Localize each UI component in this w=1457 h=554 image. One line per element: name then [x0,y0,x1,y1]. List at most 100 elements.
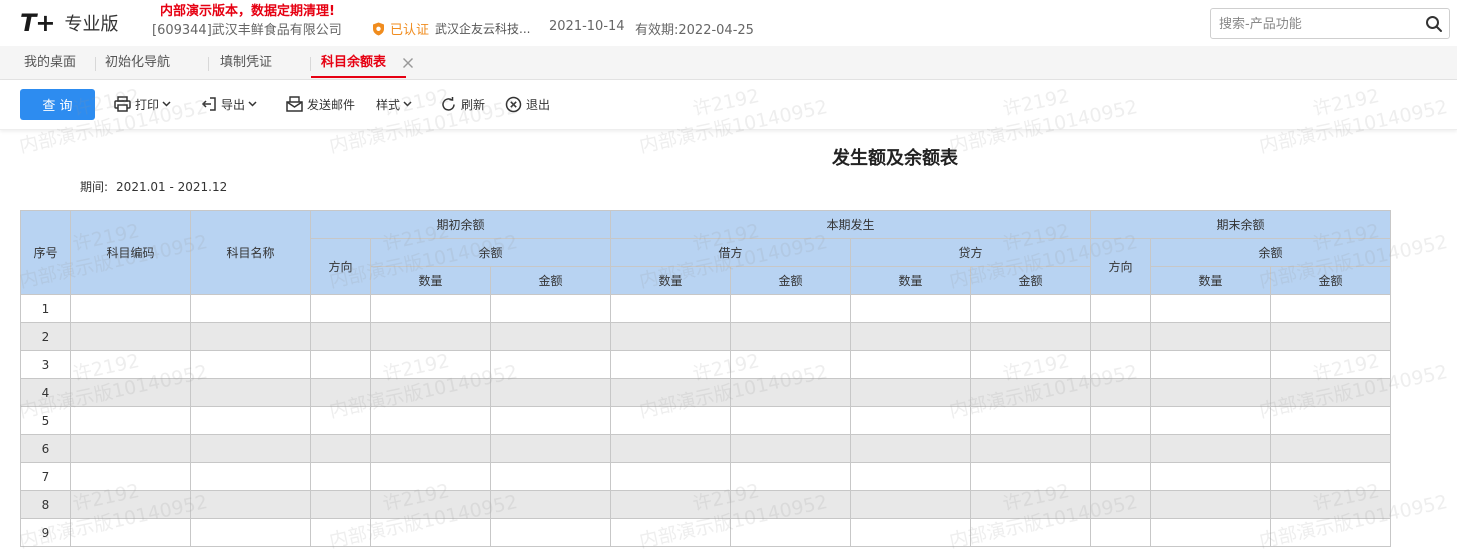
table-cell[interactable] [850,378,971,407]
table-cell[interactable] [190,322,311,351]
table-row[interactable]: 3 [20,350,1391,379]
tab-account-balance[interactable]: 科目余额表 [311,46,407,80]
table-cell[interactable] [850,322,971,351]
col-header-closing-amount[interactable]: 金额 [1270,266,1391,295]
table-cell[interactable] [370,434,491,463]
col-header-opening-amount[interactable]: 金额 [490,266,611,295]
table-cell[interactable] [970,322,1091,351]
col-header-credit-qty[interactable]: 数量 [850,266,971,295]
table-cell[interactable] [1090,434,1151,463]
table-cell[interactable] [310,462,371,491]
table-cell[interactable] [850,294,971,323]
table-cell[interactable] [1150,378,1271,407]
table-cell[interactable] [190,406,311,435]
col-header-debit-amount[interactable]: 金额 [730,266,851,295]
app-logo[interactable]: T+ 专业版 [20,9,118,37]
table-row[interactable]: 5 [20,406,1391,435]
table-cell[interactable] [370,406,491,435]
table-cell[interactable] [70,350,191,379]
table-cell[interactable] [730,518,851,547]
row-seq-cell[interactable]: 2 [20,322,71,351]
table-cell[interactable] [190,350,311,379]
style-button[interactable]: 样式 [376,94,412,114]
query-button[interactable]: 查 询 [20,89,95,120]
row-seq-cell[interactable]: 6 [20,434,71,463]
table-cell[interactable] [310,294,371,323]
print-button[interactable]: 打印 [114,94,171,114]
table-cell[interactable] [850,406,971,435]
table-cell[interactable] [1090,378,1151,407]
table-row[interactable]: 6 [20,434,1391,463]
table-cell[interactable] [1270,350,1391,379]
table-cell[interactable] [490,434,611,463]
table-cell[interactable] [1090,462,1151,491]
table-cell[interactable] [70,294,191,323]
table-cell[interactable] [370,518,491,547]
table-cell[interactable] [70,378,191,407]
table-cell[interactable] [370,378,491,407]
col-header-closing-qty[interactable]: 数量 [1150,266,1271,295]
table-cell[interactable] [1270,322,1391,351]
table-cell[interactable] [1270,518,1391,547]
exit-button[interactable]: 退出 [505,94,550,114]
tab-init-nav[interactable]: 初始化导航 [105,46,170,80]
table-cell[interactable] [610,294,731,323]
table-cell[interactable] [490,322,611,351]
refresh-button[interactable]: 刷新 [440,94,485,114]
search-input[interactable] [1219,15,1419,33]
row-seq-cell[interactable]: 8 [20,490,71,519]
table-cell[interactable] [1150,462,1271,491]
table-cell[interactable] [610,434,731,463]
table-cell[interactable] [610,350,731,379]
table-cell[interactable] [1150,322,1271,351]
table-cell[interactable] [610,490,731,519]
table-cell[interactable] [310,378,371,407]
row-seq-cell[interactable]: 4 [20,378,71,407]
table-cell[interactable] [490,518,611,547]
table-cell[interactable] [370,462,491,491]
table-cell[interactable] [70,490,191,519]
table-cell[interactable] [490,490,611,519]
table-row[interactable]: 9 [20,518,1391,547]
send-email-button[interactable]: 发送邮件 [286,94,355,114]
table-cell[interactable] [610,406,731,435]
table-cell[interactable] [970,350,1091,379]
table-cell[interactable] [310,406,371,435]
col-header-opening-qty[interactable]: 数量 [370,266,491,295]
table-cell[interactable] [970,378,1091,407]
table-cell[interactable] [1270,490,1391,519]
table-cell[interactable] [1090,406,1151,435]
table-cell[interactable] [370,350,491,379]
table-cell[interactable] [730,322,851,351]
table-cell[interactable] [1090,490,1151,519]
table-cell[interactable] [730,378,851,407]
table-cell[interactable] [970,294,1091,323]
table-cell[interactable] [370,322,491,351]
table-cell[interactable] [1090,322,1151,351]
table-cell[interactable] [970,434,1091,463]
table-cell[interactable] [490,462,611,491]
table-cell[interactable] [370,294,491,323]
table-row[interactable]: 7 [20,462,1391,491]
table-cell[interactable] [490,406,611,435]
table-cell[interactable] [1090,350,1151,379]
col-header-seq[interactable]: 序号 [20,210,71,295]
table-cell[interactable] [850,350,971,379]
table-cell[interactable] [730,490,851,519]
table-cell[interactable] [850,518,971,547]
table-cell[interactable] [1150,490,1271,519]
table-cell[interactable] [1150,434,1271,463]
table-cell[interactable] [1270,434,1391,463]
table-row[interactable]: 4 [20,378,1391,407]
table-cell[interactable] [970,490,1091,519]
table-cell[interactable] [310,490,371,519]
table-cell[interactable] [310,350,371,379]
table-cell[interactable] [1150,294,1271,323]
table-cell[interactable] [1090,294,1151,323]
col-header-code[interactable]: 科目编码 [70,210,191,295]
table-cell[interactable] [70,434,191,463]
close-icon[interactable] [402,57,414,69]
table-cell[interactable] [1090,518,1151,547]
table-row[interactable]: 1 [20,294,1391,323]
table-cell[interactable] [190,518,311,547]
